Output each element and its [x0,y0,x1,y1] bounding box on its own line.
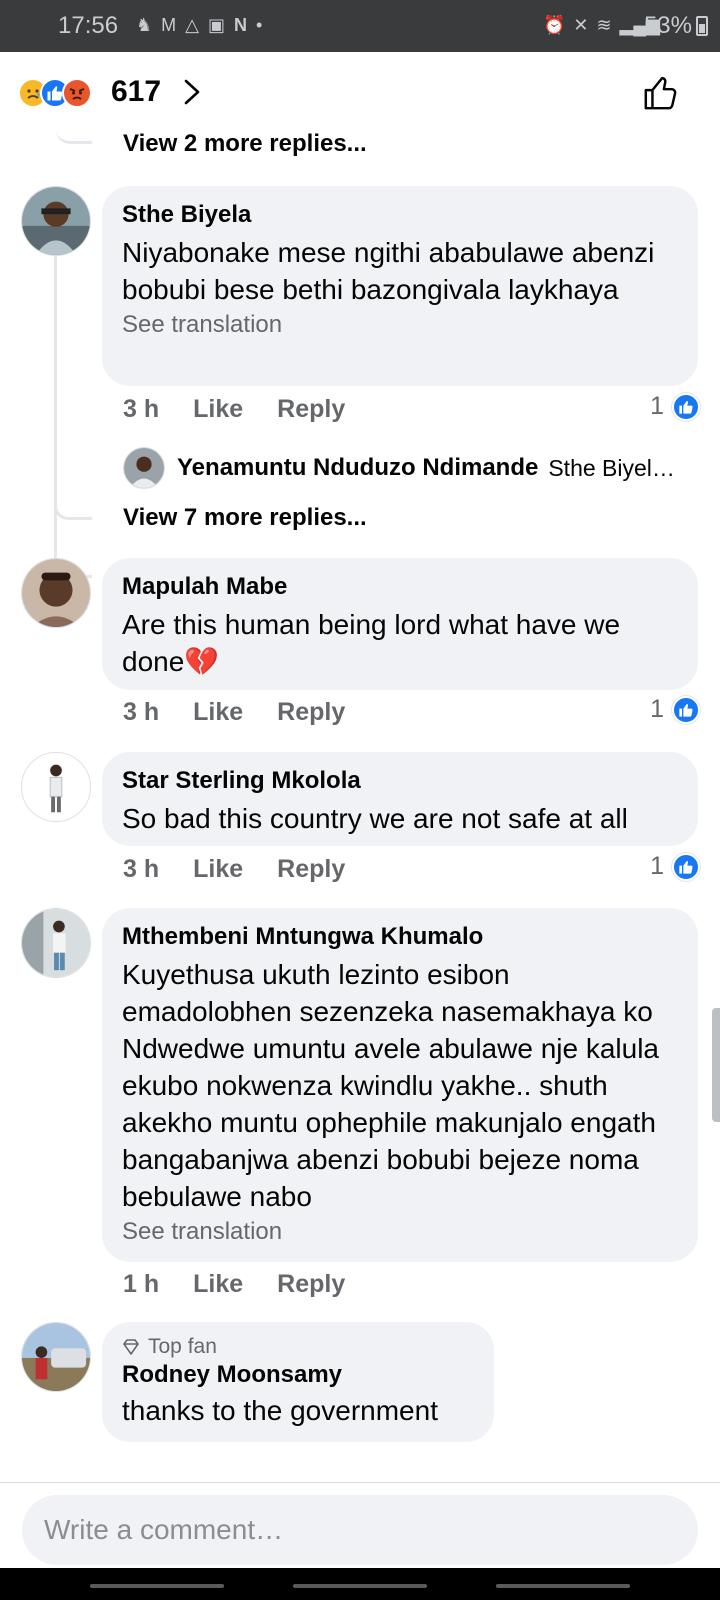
alarm-icon: ⏰ [542,15,566,35]
like-count-value: 1 [650,852,664,880]
comment-bubble[interactable]: Top fan Rodney Moonsamy thanks to the go… [102,1322,494,1442]
avatar[interactable] [21,908,91,978]
reply-button[interactable]: Reply [277,855,345,884]
system-icons: ⏰ ✕ ≋ ▂▄▆ [543,13,660,37]
reply-snippet: Sthe Biyel… [548,454,675,481]
system-navigation-bar [0,1568,720,1600]
avatar[interactable] [21,1322,91,1392]
comment-author[interactable]: Mthembeni Mntungwa Khumalo [122,922,678,952]
comment-bubble[interactable]: Star Sterling Mkolola So bad this countr… [102,752,698,846]
comment-input[interactable] [22,1495,698,1565]
like-badge-icon [672,852,700,881]
comment-actions: 3 h Like Reply [123,698,379,727]
reactions-header[interactable]: 617 [0,52,720,132]
comment-author[interactable]: Rodney Moonsamy [122,1360,474,1390]
view-more-replies-link[interactable]: View 7 more replies... [123,504,367,532]
comment-bubble[interactable]: Mapulah Mabe Are this human being lord w… [102,558,698,690]
status-bar: 17:56 ♞ M △ ▣ N • ⏰ ✕ ≋ ▂▄▆ 53% [0,0,720,52]
reply-preview[interactable]: Yenamuntu Nduduzo Ndimande Sthe Biyel… [123,447,675,489]
thumbs-up-icon[interactable] [642,74,680,112]
like-count-value: 1 [650,392,664,420]
avatar[interactable] [21,186,91,256]
angry-reaction-icon [62,78,92,108]
reaction-count[interactable]: 617 [111,75,161,109]
comment-author[interactable]: Sthe Biyela [122,200,678,230]
gmail-icon: M [161,15,177,35]
avatar[interactable] [123,447,165,489]
back-nav-button[interactable] [496,1584,630,1588]
comment-timestamp: 3 h [123,855,160,883]
comment-timestamp: 3 h [123,395,160,423]
like-button[interactable]: Like [193,698,243,727]
comments-sheet: 617 View 2 more replies... Sthe Biyela N… [0,52,720,1600]
reply-button[interactable]: Reply [277,395,345,424]
status-time: 17:56 [58,12,119,39]
like-badge-icon [672,695,700,724]
like-button[interactable]: Like [193,855,243,884]
battery-level: 53% [643,12,692,39]
comment-text: Kuyethusa ukuth lezinto esibon emadolobh… [122,959,660,1212]
mute-icon: ✕ [573,15,589,35]
like-button[interactable]: Like [193,1270,243,1299]
like-badge-icon [672,392,700,421]
top-fan-badge: Top fan [122,1334,474,1360]
view-more-replies-link[interactable]: View 2 more replies... [123,130,367,158]
comment-like-count[interactable]: 1 [650,392,700,421]
chevron-right-icon[interactable] [180,77,204,107]
comment-author[interactable]: Mapulah Mabe [122,572,678,602]
reply-author[interactable]: Yenamuntu Nduduzo Ndimande [177,454,538,482]
comment-bubble[interactable]: Mthembeni Mntungwa Khumalo Kuyethusa uku… [102,908,698,1262]
comment-text: Are this human being lord what have we d… [122,609,621,677]
avatar[interactable] [21,752,91,822]
top-fan-label: Top fan [148,1335,217,1358]
notification-app-icon: ♞ [136,15,153,35]
comment-text: So bad this country we are not safe at a… [122,803,628,834]
comment-text: Niyabonake mese ngithi ababulawe abenzi … [122,237,655,305]
reply-button[interactable]: Reply [277,698,345,727]
reaction-stack[interactable] [18,78,92,108]
like-count-value: 1 [650,695,664,723]
more-notifications-dot-icon: • [256,15,263,35]
notification-icons: ♞ M △ ▣ N • [136,13,262,37]
comment-actions: 3 h Like Reply [123,855,379,884]
see-translation-link[interactable]: See translation [122,310,678,340]
comment-bubble[interactable]: Sthe Biyela Niyabonake mese ngithi ababu… [102,186,698,386]
like-button[interactable]: Like [193,395,243,424]
drive-icon: △ [185,15,199,35]
comment-text: thanks to the government [122,1395,438,1426]
avatar[interactable] [21,558,91,628]
comment-like-count[interactable]: 1 [650,852,700,881]
scrollbar-thumb[interactable] [712,1008,720,1122]
wifi-icon: ≋ [596,15,612,35]
battery-icon [696,16,708,36]
recents-nav-button[interactable] [90,1584,224,1588]
netflix-icon: N [234,15,247,35]
comment-actions: 3 h Like Reply [123,395,379,424]
thread-line [54,256,57,506]
comment-timestamp: 1 h [123,1270,160,1298]
diamond-icon [123,1339,139,1355]
comment-author[interactable]: Star Sterling Mkolola [122,766,678,796]
see-translation-link[interactable]: See translation [122,1217,678,1247]
comment-actions: 1 h Like Reply [123,1270,379,1299]
reply-button[interactable]: Reply [277,1270,345,1299]
comment-timestamp: 3 h [123,698,160,726]
comment-like-count[interactable]: 1 [650,695,700,724]
download-icon: ▣ [207,15,225,35]
home-nav-button[interactable] [293,1584,427,1588]
